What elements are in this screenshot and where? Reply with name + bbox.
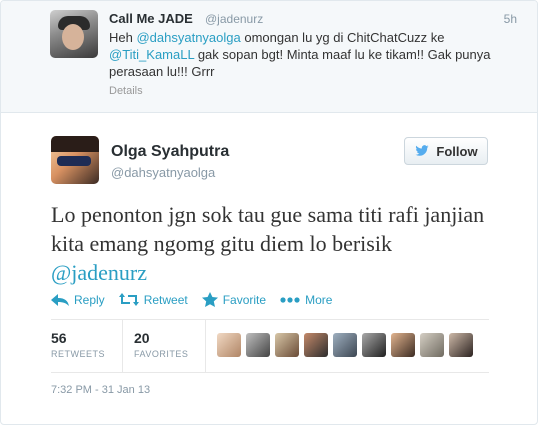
favorites-label: FAVORITES bbox=[134, 349, 189, 359]
user-avatar[interactable] bbox=[304, 333, 328, 357]
user-avatar[interactable] bbox=[391, 333, 415, 357]
more-dots-icon bbox=[280, 296, 300, 303]
user-avatar[interactable] bbox=[449, 333, 473, 357]
retweet-label: Retweet bbox=[143, 292, 188, 307]
favorites-stat[interactable]: 20 FAVORITES bbox=[134, 330, 188, 359]
tweet-stats: 56 RETWEETS 20 FAVORITES bbox=[51, 319, 489, 373]
twitter-bird-icon bbox=[415, 145, 430, 156]
reply-author-handle[interactable]: @jadenurz bbox=[205, 12, 263, 26]
reply-text-part: Heh bbox=[109, 30, 137, 45]
user-avatar[interactable] bbox=[420, 333, 444, 357]
more-label: More bbox=[305, 292, 333, 307]
user-avatar[interactable] bbox=[333, 333, 357, 357]
reply-icon bbox=[51, 293, 69, 306]
tweet-text-part: Lo penonton jgn sok tau gue sama titi ra… bbox=[51, 202, 485, 256]
user-avatar[interactable] bbox=[246, 333, 270, 357]
author-avatar[interactable] bbox=[51, 136, 99, 184]
tweet-actions: Reply Retweet Favorite More bbox=[51, 292, 346, 307]
follow-button[interactable]: Follow bbox=[404, 137, 488, 165]
user-avatar[interactable] bbox=[275, 333, 299, 357]
retweets-stat[interactable]: 56 RETWEETS bbox=[51, 330, 105, 359]
star-icon bbox=[201, 292, 218, 307]
reply-author-avatar[interactable] bbox=[50, 10, 98, 58]
user-avatar[interactable] bbox=[362, 333, 386, 357]
author-handle[interactable]: @dahsyatnyaolga bbox=[111, 165, 215, 180]
favorite-label: Favorite bbox=[222, 292, 267, 307]
more-action[interactable]: More bbox=[280, 292, 332, 307]
retweets-label: RETWEETS bbox=[51, 349, 106, 359]
reply-timestamp[interactable]: 5h bbox=[504, 12, 517, 26]
tweet-permalink: Call Me JADE @jadenurz 5h Heh @dahsyatny… bbox=[0, 0, 538, 425]
mention-link[interactable]: @Titi_KamaLL bbox=[109, 47, 194, 62]
author-name[interactable]: Olga Syahputra bbox=[111, 143, 229, 161]
tweet-text: Lo penonton jgn sok tau gue sama titi ra… bbox=[51, 200, 491, 287]
details-link[interactable]: Details bbox=[109, 85, 143, 97]
reply-text: Heh @dahsyatnyaolga omongan lu yg di Chi… bbox=[109, 29, 499, 80]
user-avatar[interactable] bbox=[217, 333, 241, 357]
mention-link[interactable]: @dahsyatnyaolga bbox=[136, 30, 240, 45]
reply-label: Reply bbox=[74, 292, 105, 307]
mention-link[interactable]: @jadenurz bbox=[51, 260, 147, 285]
retweet-icon bbox=[118, 293, 139, 306]
reply-action[interactable]: Reply bbox=[51, 292, 105, 307]
retweets-count: 56 bbox=[51, 330, 67, 346]
in-reply-to-tweet[interactable]: Call Me JADE @jadenurz 5h Heh @dahsyatny… bbox=[1, 1, 537, 113]
favorites-count: 20 bbox=[134, 330, 150, 346]
retweet-action[interactable]: Retweet bbox=[118, 292, 188, 307]
reply-author-name[interactable]: Call Me JADE bbox=[109, 11, 193, 26]
favorite-action[interactable]: Favorite bbox=[201, 292, 267, 307]
favoriter-avatars bbox=[217, 333, 473, 357]
tweet-timestamp[interactable]: 7:32 PM - 31 Jan 13 bbox=[51, 384, 150, 396]
reply-text-part: omongan lu yg di ChitChatCuzz ke bbox=[240, 30, 445, 45]
follow-label: Follow bbox=[436, 143, 478, 159]
stat-divider bbox=[122, 320, 123, 372]
stat-divider bbox=[205, 320, 206, 372]
